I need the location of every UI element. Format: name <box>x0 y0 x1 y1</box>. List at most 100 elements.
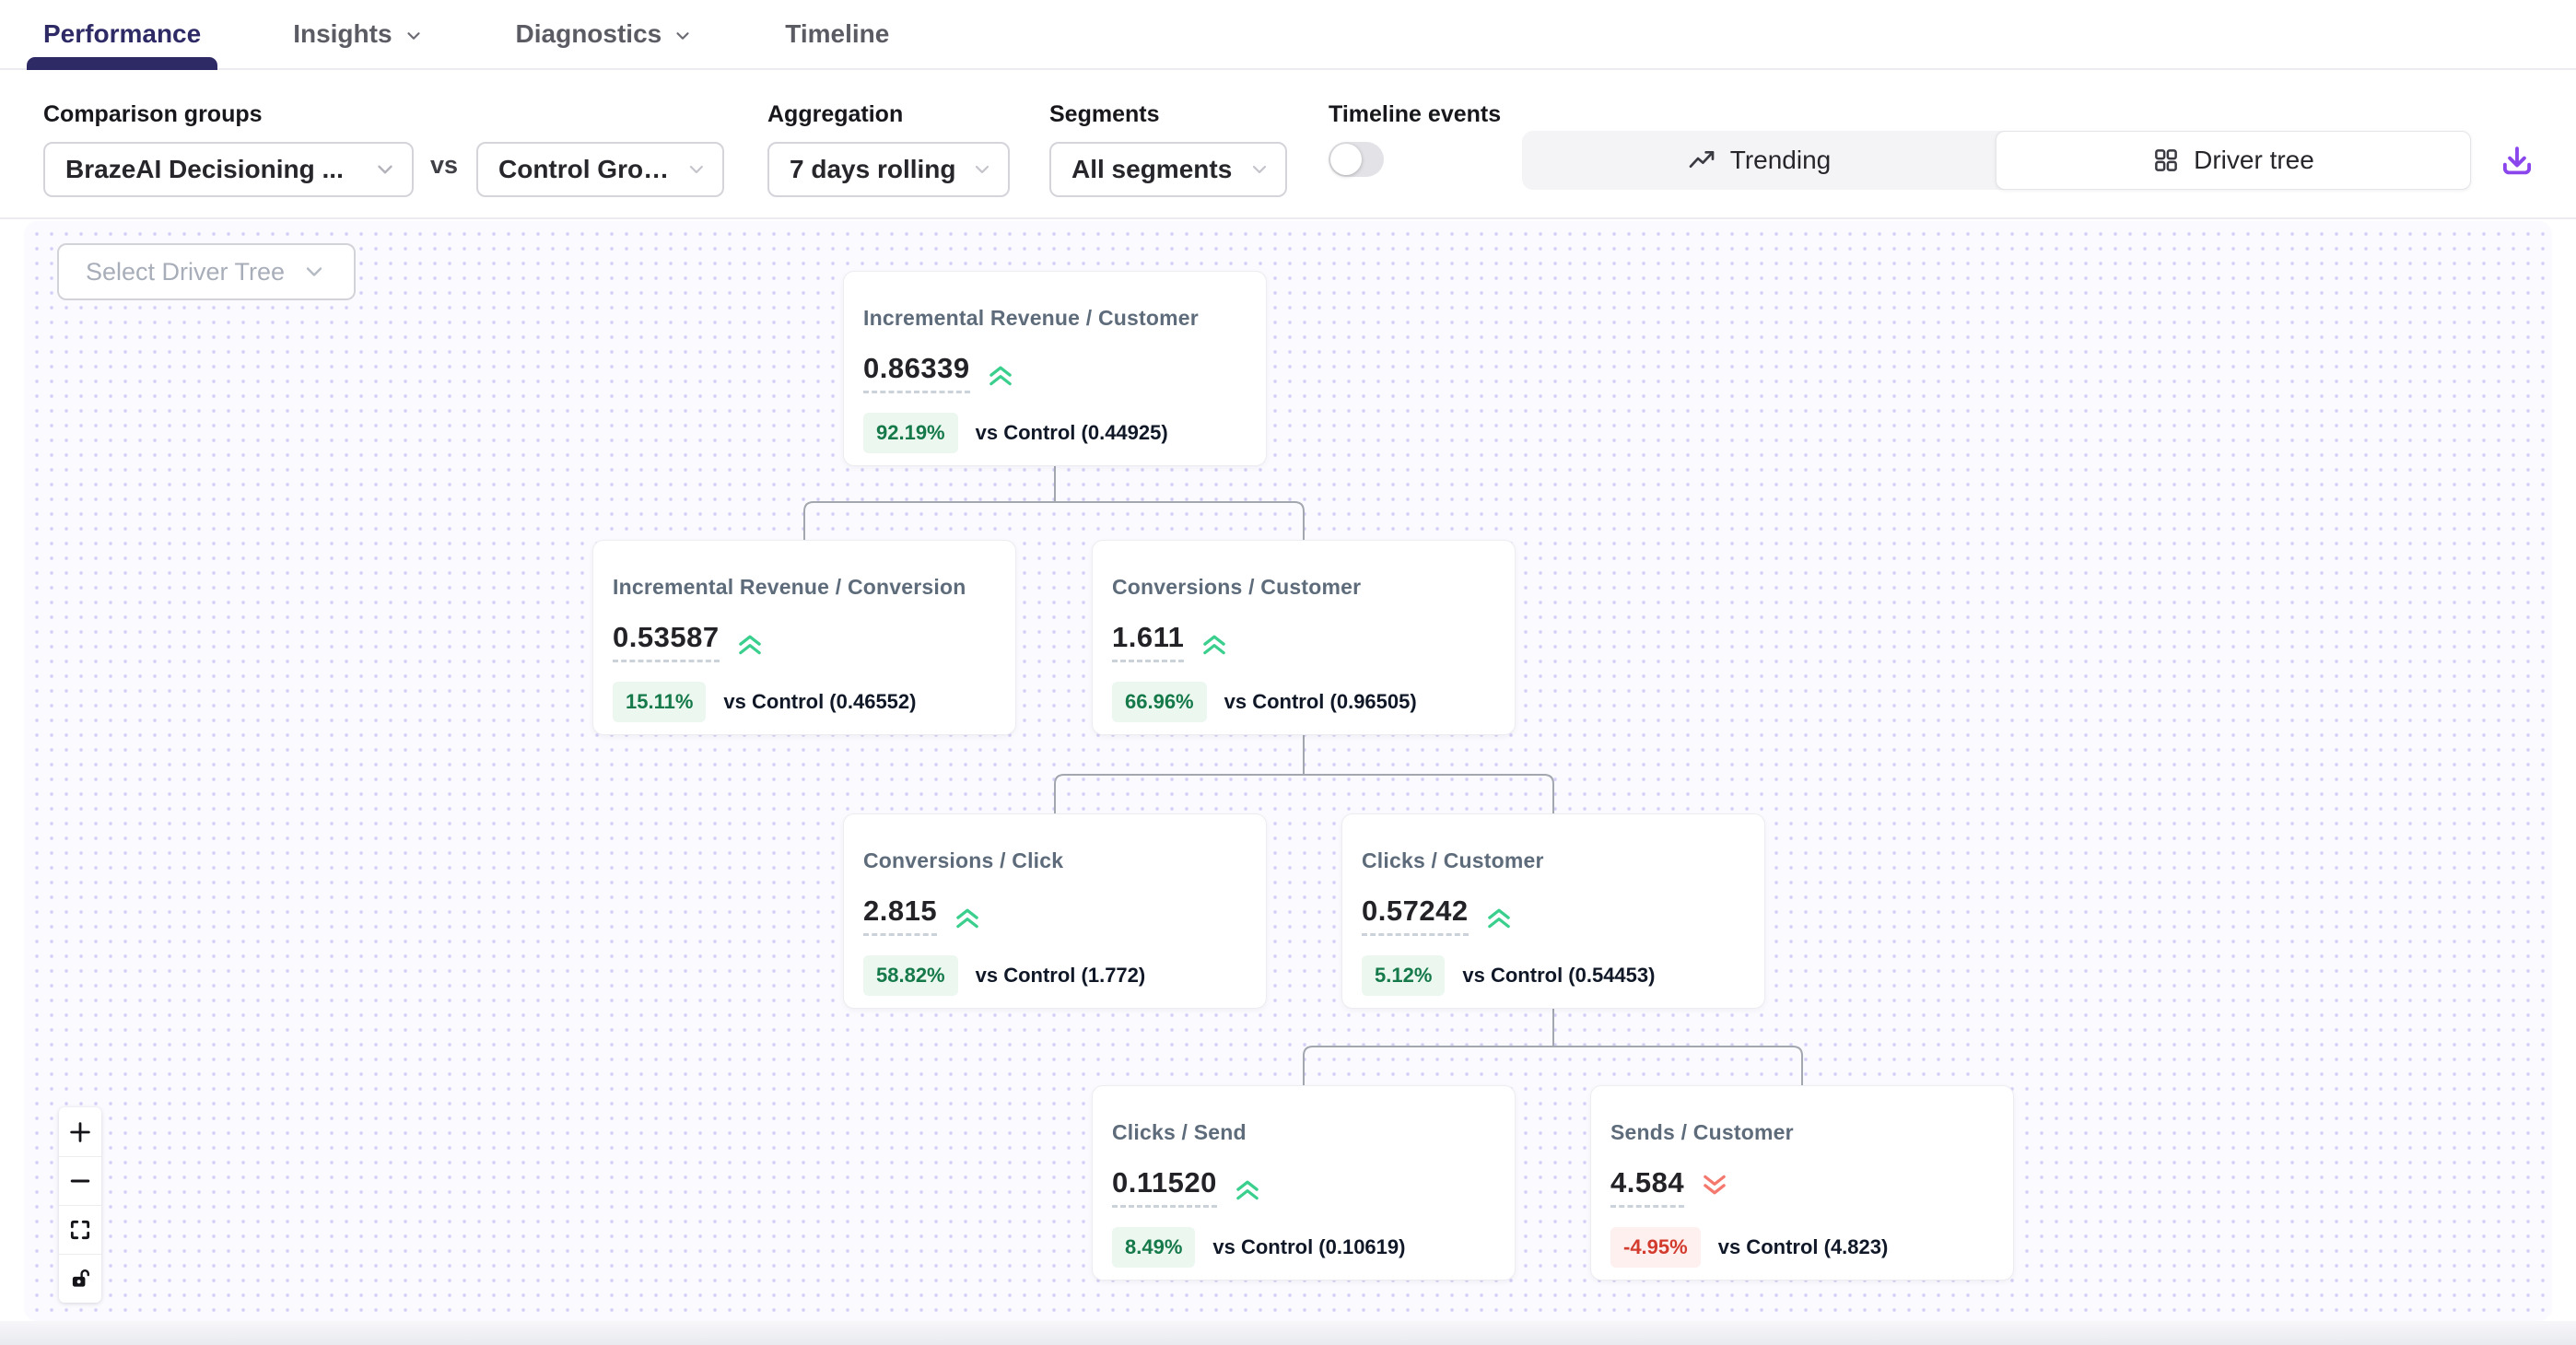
lift-badge: 5.12% <box>1362 955 1445 996</box>
trend-up-icon <box>733 627 767 657</box>
trending-icon <box>1687 146 1716 175</box>
lift-badge: 8.49% <box>1112 1227 1195 1268</box>
node-value[interactable]: 4.584 <box>1610 1166 1684 1208</box>
trend-up-icon <box>951 901 984 930</box>
tree-node-incremental-revenue-per-conversion[interactable]: Incremental Revenue / Conversion 0.53587… <box>592 540 1016 735</box>
select-driver-tree-dropdown[interactable]: Select Driver Tree <box>57 243 356 300</box>
comparison-group-b-wrap: Control Group <box>476 101 724 197</box>
timeline-events-toggle[interactable] <box>1329 142 1384 177</box>
fit-screen-icon <box>68 1218 92 1242</box>
chevron-down-icon <box>404 26 424 46</box>
fit-view-button[interactable] <box>59 1205 101 1254</box>
canvas-controls <box>59 1107 101 1303</box>
aggregation-select[interactable]: 7 days rolling <box>767 142 1010 197</box>
comparison-groups-label: Comparison groups <box>43 101 414 128</box>
vs-control-text: vs Control (4.823) <box>1718 1235 1889 1259</box>
vs-control-text: vs Control (0.96505) <box>1224 690 1417 714</box>
node-value[interactable]: 0.11520 <box>1112 1166 1217 1208</box>
node-title: Conversions / Customer <box>1112 575 1496 600</box>
node-title: Incremental Revenue / Customer <box>863 306 1247 331</box>
lift-badge: 66.96% <box>1112 682 1207 722</box>
node-title: Conversions / Click <box>863 848 1247 873</box>
comparison-groups-filter: Comparison groups BrazeAI Decisioning ..… <box>43 101 414 197</box>
tree-node-sends-per-customer[interactable]: Sends / Customer 4.584 -4.95% vs Control… <box>1590 1085 2014 1281</box>
node-title: Sends / Customer <box>1610 1120 1995 1145</box>
chevron-down-icon <box>685 158 708 181</box>
tab-insights-label: Insights <box>293 19 392 49</box>
segments-label: Segments <box>1049 101 1287 128</box>
trending-view-button[interactable]: Trending <box>1522 131 1996 190</box>
node-title: Clicks / Customer <box>1362 848 1746 873</box>
tree-node-conversions-per-customer[interactable]: Conversions / Customer 1.611 66.96% vs C… <box>1092 540 1516 735</box>
tab-performance-label: Performance <box>43 19 201 49</box>
vs-control-text: vs Control (0.44925) <box>976 421 1168 445</box>
aggregation-value: 7 days rolling <box>790 155 956 184</box>
driver-tree-view-button[interactable]: Driver tree <box>1996 131 2471 190</box>
lift-badge: 92.19% <box>863 413 958 453</box>
node-value[interactable]: 0.53587 <box>613 621 720 662</box>
comparison-group-a-select[interactable]: BrazeAI Decisioning ... <box>43 142 414 197</box>
trend-up-icon <box>1482 901 1516 930</box>
driver-tree-canvas[interactable]: Select Driver Tree Incremental Revenue /… <box>24 221 2552 1321</box>
zoom-out-button[interactable] <box>59 1156 101 1205</box>
node-title: Incremental Revenue / Conversion <box>613 575 997 600</box>
tree-node-clicks-per-customer[interactable]: Clicks / Customer 0.57242 5.12% vs Contr… <box>1341 813 1765 1009</box>
zoom-in-button[interactable] <box>59 1107 101 1156</box>
chevron-down-icon <box>373 158 397 181</box>
trend-down-icon <box>1698 1173 1731 1202</box>
node-title: Clicks / Send <box>1112 1120 1496 1145</box>
chevron-down-icon <box>301 259 327 285</box>
lock-button[interactable] <box>59 1254 101 1303</box>
lift-badge: -4.95% <box>1610 1227 1701 1268</box>
vs-control-text: vs Control (0.54453) <box>1462 964 1655 988</box>
select-driver-tree-placeholder: Select Driver Tree <box>86 258 285 287</box>
chevron-down-icon <box>971 158 993 181</box>
download-button[interactable] <box>2495 140 2539 184</box>
tree-node-clicks-per-send[interactable]: Clicks / Send 0.11520 8.49% vs Control (… <box>1092 1085 1516 1281</box>
performance-dashboard: Performance Insights Diagnostics Timelin… <box>0 0 2576 1345</box>
active-tab-underline <box>27 57 217 70</box>
comparison-group-b-value: Control Group <box>498 155 673 184</box>
vs-label: vs <box>430 137 458 193</box>
node-value[interactable]: 2.815 <box>863 895 937 936</box>
filter-bar: Comparison groups BrazeAI Decisioning ..… <box>0 70 2576 219</box>
vs-control-text: vs Control (0.46552) <box>723 690 916 714</box>
timeline-events-filter: Timeline events <box>1329 101 1501 177</box>
segments-select[interactable]: All segments <box>1049 142 1287 197</box>
tab-performance[interactable]: Performance <box>27 0 217 68</box>
driver-tree-grid-icon <box>2152 146 2180 174</box>
plus-icon <box>67 1119 93 1145</box>
top-tab-bar: Performance Insights Diagnostics Timelin… <box>0 0 2576 70</box>
bottom-strip <box>0 1321 2576 1345</box>
aggregation-label: Aggregation <box>767 101 1010 128</box>
download-icon <box>2498 143 2536 181</box>
driver-tree-view-label: Driver tree <box>2194 146 2314 175</box>
vs-control-text: vs Control (0.10619) <box>1212 1235 1405 1259</box>
minus-icon <box>67 1168 93 1194</box>
node-value[interactable]: 0.86339 <box>863 352 970 393</box>
tree-node-incremental-revenue-per-customer[interactable]: Incremental Revenue / Customer 0.86339 9… <box>843 271 1267 466</box>
trend-up-icon <box>1231 1173 1264 1202</box>
tree-node-conversions-per-click[interactable]: Conversions / Click 2.815 58.82% vs Cont… <box>843 813 1267 1009</box>
view-mode-switcher: Trending Driver tree <box>1522 131 2471 190</box>
trending-view-label: Trending <box>1730 146 1831 175</box>
segments-filter: Segments All segments <box>1049 101 1287 197</box>
lift-badge: 58.82% <box>863 955 958 996</box>
comparison-group-b-select[interactable]: Control Group <box>476 142 724 197</box>
trend-up-icon <box>1198 627 1231 657</box>
lift-badge: 15.11% <box>613 682 706 722</box>
chevron-down-icon <box>673 26 693 46</box>
toggle-knob <box>1330 144 1362 175</box>
unlock-icon <box>68 1267 92 1291</box>
aggregation-filter: Aggregation 7 days rolling <box>767 101 1010 197</box>
tab-diagnostics[interactable]: Diagnostics <box>499 0 710 68</box>
node-value[interactable]: 0.57242 <box>1362 895 1469 936</box>
tab-insights[interactable]: Insights <box>276 0 439 68</box>
node-value[interactable]: 1.611 <box>1112 621 1184 662</box>
trend-up-icon <box>984 358 1017 388</box>
timeline-events-label: Timeline events <box>1329 101 1501 128</box>
tab-timeline[interactable]: Timeline <box>768 0 906 68</box>
tab-diagnostics-label: Diagnostics <box>516 19 662 49</box>
vs-control-text: vs Control (1.772) <box>976 964 1146 988</box>
chevron-down-icon <box>1248 158 1270 181</box>
